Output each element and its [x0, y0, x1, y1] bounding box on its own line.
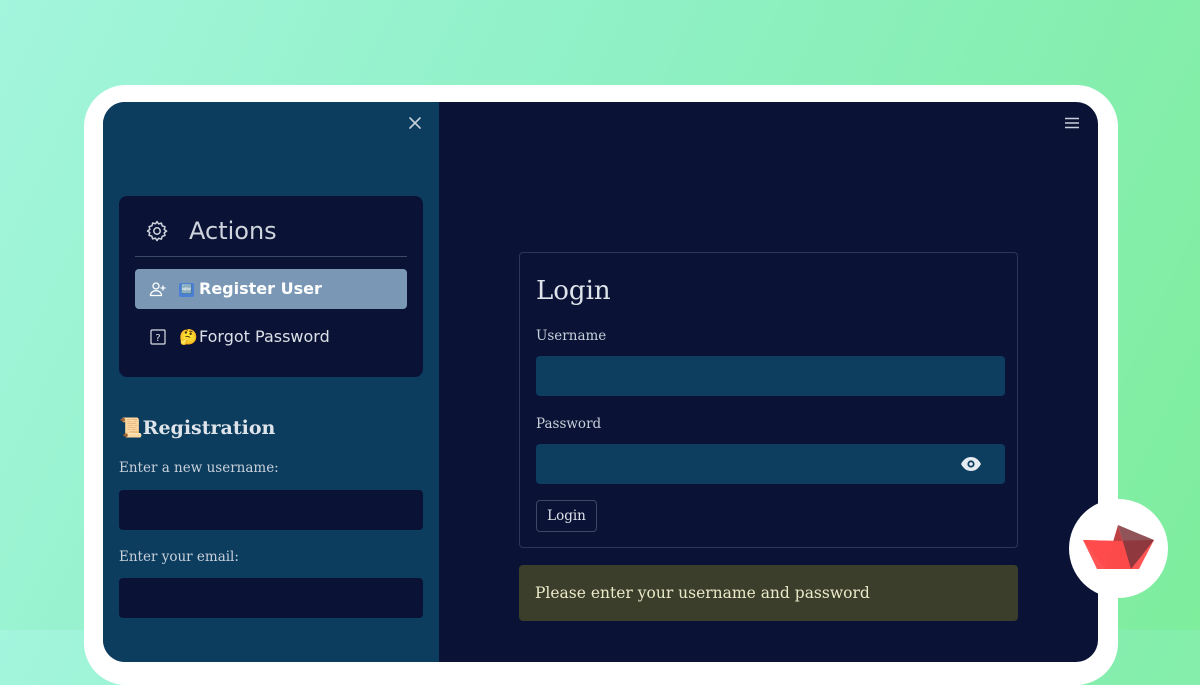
thinking-face-icon: 🤔: [179, 328, 198, 346]
login-title: Login: [536, 276, 611, 306]
menu-item-register-user[interactable]: 🆕 Register User: [135, 269, 407, 309]
crown-logo-icon: [1083, 525, 1154, 569]
login-form: Login Username Password Login: [519, 252, 1018, 548]
new-username-input[interactable]: [119, 490, 423, 530]
streamlit-logo: [1069, 499, 1168, 598]
password-label: Password: [536, 416, 602, 432]
menu-item-label: Forgot Password: [199, 327, 330, 346]
login-button[interactable]: Login: [536, 500, 597, 532]
info-alert: Please enter your username and password: [519, 565, 1018, 621]
new-badge-icon: 🆕: [179, 282, 195, 297]
new-username-label: Enter a new username:: [119, 460, 279, 476]
question-square-icon: ?: [149, 328, 167, 346]
svg-text:?: ?: [155, 333, 160, 344]
menu-item-forgot-password[interactable]: ? 🤔 Forgot Password: [135, 317, 407, 357]
divider: [135, 256, 407, 257]
alert-message: Please enter your username and password: [535, 584, 870, 602]
user-plus-icon: [149, 280, 167, 298]
scroll-icon: 📜: [119, 417, 143, 439]
hamburger-menu-icon[interactable]: [1064, 115, 1080, 129]
sidebar: Actions 🆕 Register User ? 🤔 Forgot Passw…: [103, 102, 439, 662]
app-window: Actions 🆕 Register User ? 🤔 Forgot Passw…: [103, 102, 1098, 662]
registration-heading: 📜Registration: [119, 414, 275, 442]
registration-title: Registration: [142, 417, 276, 439]
close-sidebar-icon[interactable]: [407, 115, 423, 131]
eye-icon[interactable]: [960, 456, 982, 472]
username-input[interactable]: [536, 356, 1005, 396]
actions-header: Actions: [145, 216, 415, 246]
password-input[interactable]: [536, 444, 1005, 484]
actions-menu: Actions 🆕 Register User ? 🤔 Forgot Passw…: [119, 196, 423, 377]
username-label: Username: [536, 328, 607, 344]
menu-item-label: Register User: [199, 279, 322, 298]
email-label: Enter your email:: [119, 549, 239, 565]
gear-icon: [145, 219, 169, 243]
actions-title: Actions: [189, 217, 277, 245]
email-input[interactable]: [119, 578, 423, 618]
